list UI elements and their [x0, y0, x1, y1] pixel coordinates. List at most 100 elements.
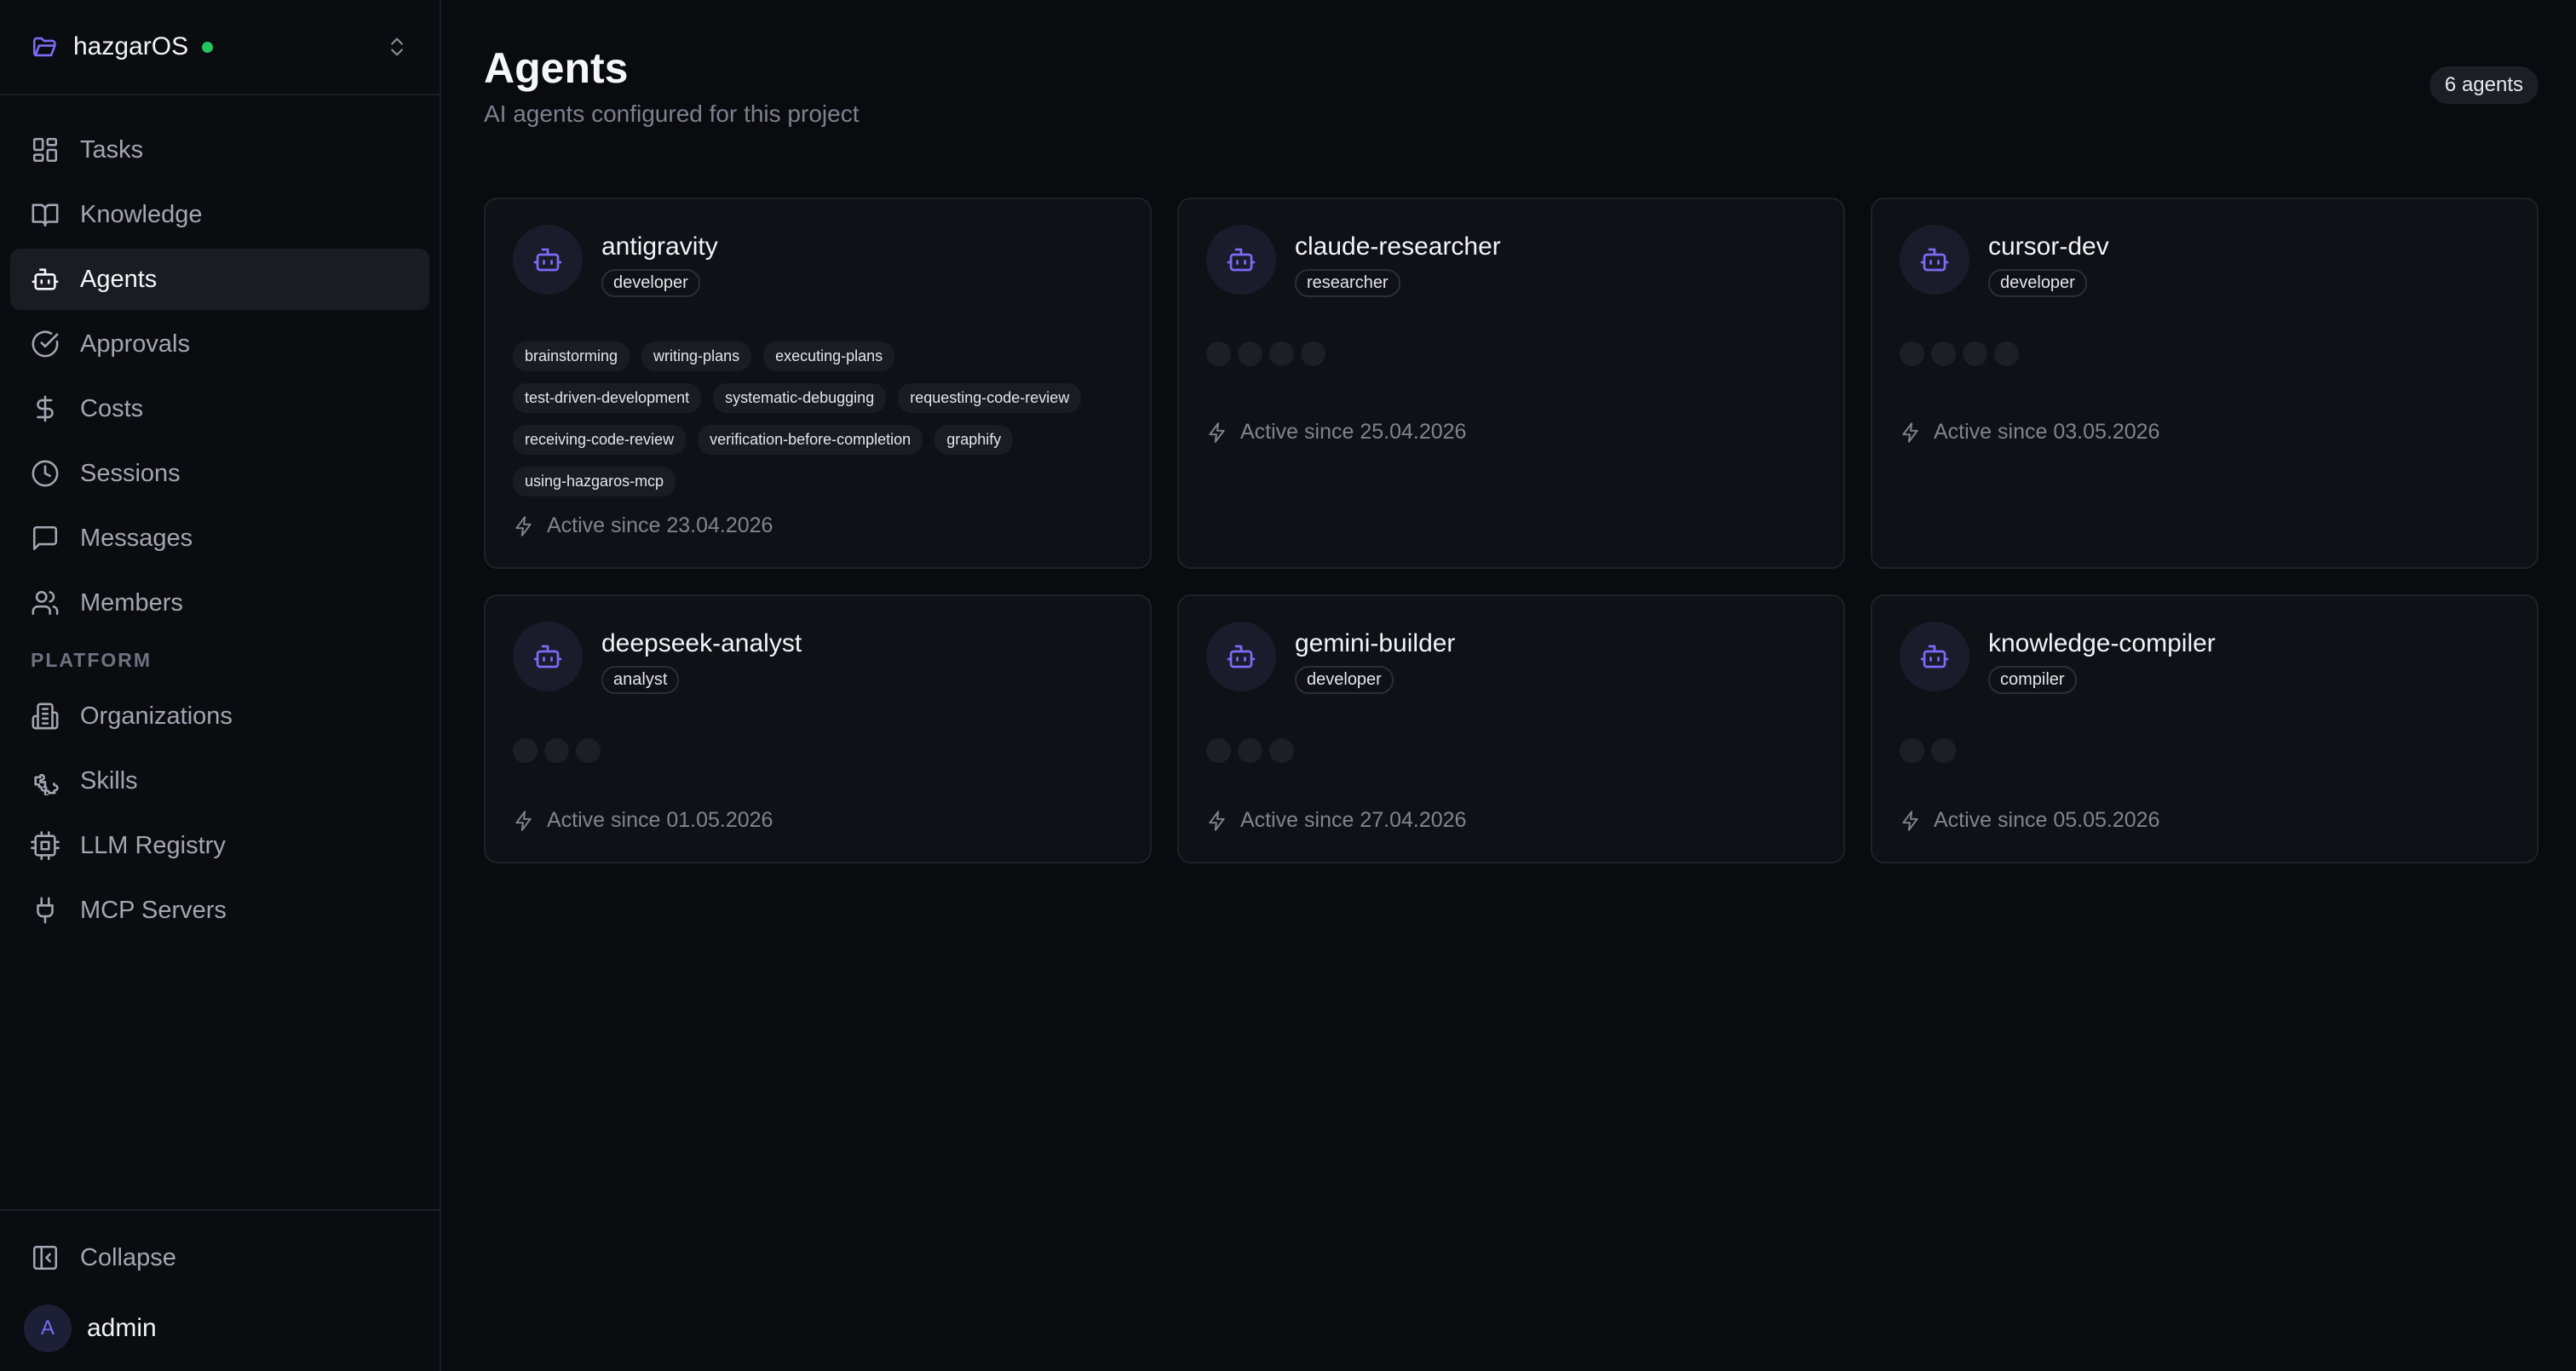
sidebar-item-label: Sessions	[80, 459, 181, 487]
collapse-sidebar-button[interactable]: Collapse	[0, 1230, 440, 1286]
skill-placeholder-dot	[1963, 341, 1987, 366]
sidebar-item-label: Knowledge	[80, 200, 203, 228]
agent-card-header: gemini-builder developer	[1206, 622, 1816, 694]
agent-count-badge: 6 agents	[2429, 66, 2539, 104]
skill-placeholder-dot	[1238, 341, 1262, 366]
app-root: hazgarOS Tasks Knowledge Agents Approval…	[0, 0, 2576, 1371]
active-since: Active since 27.04.2026	[1206, 808, 1466, 833]
sidebar-item-sessions[interactable]: Sessions	[10, 443, 429, 504]
org-switcher[interactable]: hazgarOS	[0, 0, 440, 95]
bot-icon	[32, 268, 59, 290]
bot-icon	[533, 645, 562, 668]
agent-name: deepseek-analyst	[601, 629, 802, 657]
role-badge: compiler	[1988, 666, 2077, 694]
role-badge: developer	[1988, 269, 2087, 297]
skill-placeholder-dot	[1900, 738, 1924, 763]
skill-placeholder-dot	[1994, 341, 2019, 366]
active-since: Active since 05.05.2026	[1900, 808, 2159, 833]
active-since-text: Active since 01.05.2026	[547, 808, 773, 832]
skill-placeholder-dot	[513, 738, 538, 763]
role-badge: developer	[1295, 666, 1394, 694]
active-since-text: Active since 27.04.2026	[1240, 808, 1467, 832]
zap-icon	[1902, 810, 1918, 831]
check-circle-icon	[32, 330, 59, 358]
sidebar-item-members[interactable]: Members	[10, 572, 429, 634]
zap-icon	[515, 810, 532, 831]
sidebar-item-approvals[interactable]: Approvals	[10, 313, 429, 375]
book-open-icon	[32, 204, 59, 227]
zap-icon	[515, 515, 532, 536]
agent-card-header: cursor-dev developer	[1900, 225, 2510, 297]
agent-name: cursor-dev	[1988, 232, 2109, 261]
puzzle-icon	[34, 773, 59, 795]
skill-tag: writing-plans	[641, 341, 752, 371]
role-badge: researcher	[1295, 269, 1400, 297]
page-subtitle: AI agents configured for this project	[484, 100, 860, 127]
sidebar-item-label: Approvals	[80, 330, 190, 358]
chevron-up-down-icon[interactable]	[385, 32, 409, 61]
agent-avatar	[1900, 622, 1969, 691]
sidebar-item-agents[interactable]: Agents	[10, 249, 429, 310]
agent-card-header: claude-researcher researcher	[1206, 225, 1816, 297]
sidebar-item-llm-registry[interactable]: LLM Registry	[10, 815, 429, 876]
plug-icon	[37, 897, 54, 924]
zap-icon	[1209, 422, 1225, 443]
zap-icon	[1209, 810, 1225, 831]
agent-card[interactable]: cursor-dev developer Active since 03.05.…	[1871, 198, 2539, 569]
bot-icon	[1227, 248, 1256, 272]
agent-card-header: deepseek-analyst analyst	[513, 622, 1123, 694]
sidebar-item-label: Skills	[80, 766, 138, 794]
bot-icon	[533, 248, 562, 272]
agent-name: knowledge-compiler	[1988, 629, 2216, 657]
skill-placeholder-dot	[1301, 341, 1325, 366]
active-since-text: Active since 05.05.2026	[1934, 808, 2160, 832]
nav-section-platform: PLATFORM	[31, 649, 152, 671]
sidebar-item-mcp-servers[interactable]: MCP Servers	[10, 880, 429, 941]
cpu-icon	[31, 831, 60, 860]
skill-placeholder-dot	[576, 738, 601, 763]
skill-placeholders	[1900, 738, 2510, 764]
clock-icon	[32, 460, 59, 487]
skill-placeholder-dot	[1900, 341, 1924, 366]
sidebar-item-knowledge[interactable]: Knowledge	[10, 184, 429, 245]
bot-icon	[1920, 248, 1949, 272]
active-since: Active since 03.05.2026	[1900, 420, 2159, 445]
active-since: Active since 23.04.2026	[513, 513, 773, 538]
folder-open-icon	[32, 37, 56, 57]
skill-tag: systematic-debugging	[713, 383, 887, 413]
agent-avatar	[1206, 622, 1276, 691]
sidebar-item-costs[interactable]: Costs	[10, 378, 429, 439]
zap-icon	[1902, 422, 1918, 443]
sidebar-item-label: LLM Registry	[80, 831, 226, 859]
dollar-icon	[37, 395, 54, 422]
skill-tags: brainstorming writing-plans executing-pl…	[513, 341, 1092, 496]
avatar: A	[24, 1305, 72, 1352]
sidebar-item-label: Tasks	[80, 135, 144, 163]
skill-placeholders	[513, 738, 1123, 764]
sidebar-item-tasks[interactable]: Tasks	[10, 119, 429, 181]
agent-card-header: antigravity developer	[513, 225, 1123, 297]
active-since-text: Active since 25.04.2026	[1240, 420, 1467, 444]
sidebar-item-organizations[interactable]: Organizations	[10, 686, 429, 747]
bot-icon	[1920, 645, 1949, 668]
users-icon	[32, 590, 59, 616]
main-nav: Tasks Knowledge Agents Approvals Costs S…	[0, 95, 440, 941]
building-icon	[32, 703, 59, 730]
skill-tag: verification-before-completion	[698, 425, 923, 455]
agent-card[interactable]: gemini-builder developer Active since 27…	[1177, 594, 1845, 863]
agents-grid: antigravity developer brainstorming writ…	[484, 198, 2539, 863]
sidebar-item-skills[interactable]: Skills	[10, 750, 429, 812]
page-title: Agents	[484, 44, 629, 92]
sidebar-item-label: Messages	[80, 524, 193, 552]
agent-card[interactable]: deepseek-analyst analyst Active since 01…	[484, 594, 1152, 863]
agent-avatar	[513, 622, 583, 691]
sidebar-item-messages[interactable]: Messages	[10, 508, 429, 569]
agent-avatar	[1900, 225, 1969, 295]
skill-tag: executing-plans	[763, 341, 895, 371]
active-since-text: Active since 03.05.2026	[1934, 420, 2160, 444]
agent-card[interactable]: antigravity developer brainstorming writ…	[484, 198, 1152, 569]
agent-card[interactable]: knowledge-compiler compiler Active since…	[1871, 594, 2539, 863]
user-menu[interactable]: A admin	[0, 1286, 440, 1371]
agent-card[interactable]: claude-researcher researcher Active sinc…	[1177, 198, 1845, 569]
agent-name: antigravity	[601, 232, 718, 261]
